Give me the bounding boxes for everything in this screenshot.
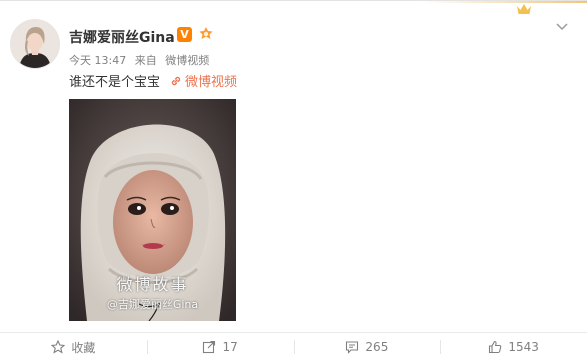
post-content: 谁还不是个宝宝 微博视频 [69, 71, 237, 90]
video-link[interactable]: 微博视频 [170, 71, 237, 90]
verified-badge: V [177, 27, 192, 42]
post-time[interactable]: 今天 13:47 [69, 54, 126, 67]
chevron-down-icon[interactable] [556, 23, 568, 31]
member-icon[interactable] [197, 25, 215, 43]
post-text: 谁还不是个宝宝 [69, 75, 161, 90]
source-prefix: 来自 [134, 54, 157, 67]
like-count: 1543 [508, 340, 539, 354]
username[interactable]: 吉娜爱丽丝Gina [69, 27, 175, 47]
weibo-post-card: 吉娜爱丽丝Gina V 今天 13:47 来自 微博视频 谁还不是个宝宝 微博视… [0, 0, 587, 361]
repost-count: 17 [222, 340, 238, 354]
post-meta: 今天 13:47 来自 微博视频 [69, 52, 214, 68]
comment-button[interactable]: 265 [293, 333, 441, 361]
watermark-user: @吉娜爱丽丝Gina [106, 298, 199, 311]
star-icon [51, 340, 66, 354]
crown-icon [517, 4, 531, 14]
comment-count: 265 [365, 340, 389, 354]
repost-icon [203, 340, 216, 354]
video-link-label: 微博视频 [185, 75, 238, 90]
card-top-accent [420, 1, 587, 3]
repost-button[interactable]: 17 [146, 333, 294, 361]
video-thumbnail[interactable]: 微博故事 @吉娜爱丽丝Gina [69, 99, 236, 321]
link-icon [171, 76, 181, 85]
watermark-title: 微博故事 [116, 275, 189, 294]
post-source[interactable]: 微博视频 [165, 54, 209, 67]
favorite-label: 收藏 [71, 340, 96, 355]
favorite-button[interactable]: 收藏 [0, 333, 147, 361]
avatar[interactable] [10, 19, 60, 69]
like-button[interactable]: 1543 [440, 333, 587, 361]
avatar-image [11, 20, 59, 68]
action-bar: 收藏 17 265 1543 [0, 333, 587, 361]
comment-icon [346, 341, 359, 354]
thumbs-up-icon [489, 340, 502, 354]
